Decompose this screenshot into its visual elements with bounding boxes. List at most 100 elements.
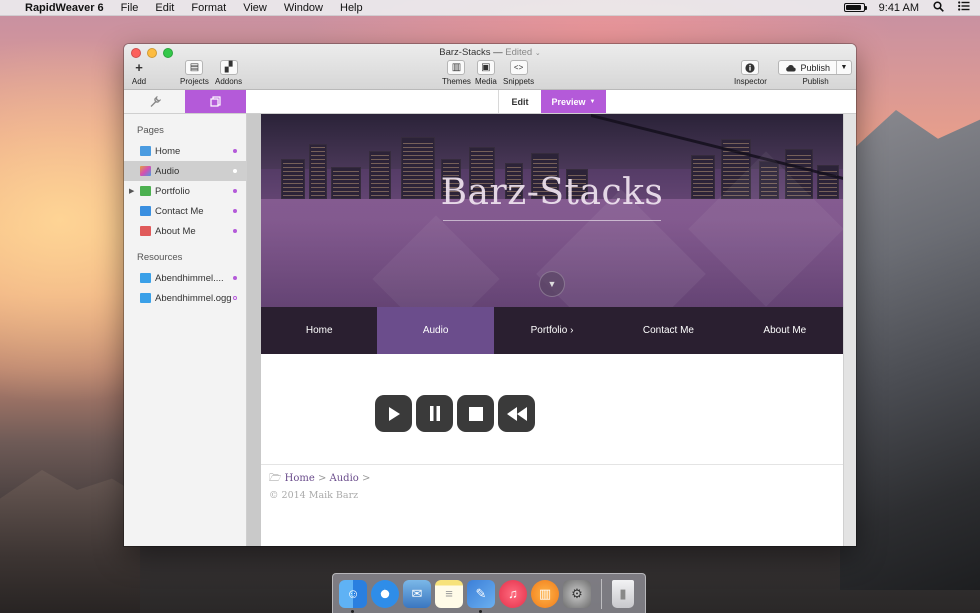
nav-audio[interactable]: Audio bbox=[377, 307, 494, 354]
tools-tab[interactable] bbox=[124, 90, 185, 113]
resource-item-1[interactable]: Abendhimmel.... bbox=[124, 268, 246, 288]
preview-chevron-icon: ▼ bbox=[589, 98, 596, 105]
pause-button[interactable] bbox=[416, 395, 453, 432]
mail-icon[interactable]: ✉ bbox=[403, 579, 431, 608]
stop-button[interactable] bbox=[457, 395, 494, 432]
title-separator: — bbox=[490, 47, 506, 58]
code-brackets-icon: <> bbox=[509, 60, 528, 75]
trash-icon[interactable]: ▮ bbox=[612, 579, 634, 608]
page-home-icon bbox=[140, 146, 151, 156]
themes-button[interactable]: ▥ Themes bbox=[442, 60, 471, 86]
breadcrumb-audio[interactable]: Audio bbox=[330, 473, 359, 484]
title-divider bbox=[443, 220, 661, 221]
play-icon bbox=[388, 406, 400, 421]
themes-icon: ▥ bbox=[447, 60, 466, 75]
projects-button[interactable]: ▤ Projects bbox=[180, 60, 209, 86]
clock[interactable]: 9:41 AM bbox=[879, 2, 919, 14]
breadcrumb-separator: > bbox=[317, 473, 327, 484]
add-button[interactable]: + Add bbox=[130, 60, 148, 86]
puzzle-icon: ▞ bbox=[219, 60, 238, 75]
notes-icon[interactable]: ≡ bbox=[435, 579, 463, 608]
snippets-label: Snippets bbox=[503, 77, 535, 86]
pages-tab[interactable] bbox=[185, 90, 246, 113]
unpublished-dot bbox=[233, 189, 237, 193]
page-item-about[interactable]: About Me bbox=[124, 221, 246, 241]
publish-control: Publish ▼ Publish bbox=[778, 60, 852, 86]
preview-scrollbar[interactable] bbox=[843, 114, 856, 546]
unpublished-dot bbox=[233, 169, 237, 173]
dock: ☺ ✦ ✉ ≡ ✎ ♫ ▥ ⚙ ▮ bbox=[332, 573, 646, 613]
resource-item-2[interactable]: Abendhimmel.ogg bbox=[124, 288, 246, 308]
menu-edit[interactable]: Edit bbox=[155, 2, 174, 14]
app-menu[interactable]: RapidWeaver 6 bbox=[25, 2, 104, 14]
menu-file[interactable]: File bbox=[121, 2, 139, 14]
notification-center-icon[interactable] bbox=[958, 1, 970, 14]
addons-button[interactable]: ▞ Addons bbox=[215, 60, 242, 86]
document-state: Edited bbox=[505, 47, 533, 58]
stop-icon bbox=[468, 406, 483, 421]
publish-button-label: Publish bbox=[800, 62, 830, 73]
play-button[interactable] bbox=[375, 395, 412, 432]
edit-tab[interactable]: Edit bbox=[498, 90, 541, 113]
resource-label: Abendhimmel.... bbox=[155, 272, 224, 284]
projects-icon: ▤ bbox=[185, 60, 204, 75]
audio-player bbox=[375, 395, 535, 432]
audio-file-icon bbox=[140, 293, 151, 303]
page-label: Audio bbox=[155, 165, 180, 177]
breadcrumb-separator: > bbox=[362, 473, 371, 484]
menu-help[interactable]: Help bbox=[340, 2, 363, 14]
dock-separator bbox=[601, 578, 602, 609]
spotlight-search-icon[interactable] bbox=[933, 0, 944, 15]
cloud-upload-icon bbox=[786, 64, 797, 72]
breadcrumb-home[interactable]: Home bbox=[285, 473, 315, 484]
website-preview: Barz-Stacks ▼ Home Audio Portfolio › Con… bbox=[261, 114, 843, 546]
page-item-audio[interactable]: Audio bbox=[124, 161, 246, 181]
page-item-home[interactable]: Home bbox=[124, 141, 246, 161]
page-item-contact[interactable]: Contact Me bbox=[124, 201, 246, 221]
footer-divider bbox=[261, 464, 843, 465]
battery-icon[interactable] bbox=[843, 3, 867, 12]
page-label: Contact Me bbox=[155, 205, 204, 217]
menu-window[interactable]: Window bbox=[284, 2, 323, 14]
breadcrumb: 🗁 Home > Audio > bbox=[269, 471, 370, 488]
publish-options-chevron-icon[interactable]: ▼ bbox=[837, 61, 851, 74]
page-about-icon bbox=[140, 226, 151, 236]
ibooks-icon[interactable]: ▥ bbox=[531, 579, 559, 608]
inspector-button[interactable]: Inspector bbox=[734, 60, 767, 86]
system-preferences-icon[interactable]: ⚙ bbox=[563, 579, 591, 608]
menu-view[interactable]: View bbox=[243, 2, 267, 14]
wallpaper-mountain-left bbox=[0, 470, 140, 613]
site-navigation: Home Audio Portfolio › Contact Me About … bbox=[261, 307, 843, 354]
nav-about[interactable]: About Me bbox=[727, 307, 843, 354]
unpublished-dot bbox=[233, 296, 237, 300]
projects-label: Projects bbox=[180, 77, 209, 86]
document-name: Barz-Stacks bbox=[439, 47, 491, 58]
window-title[interactable]: Barz-Stacks — Edited ⌄ bbox=[124, 47, 856, 58]
pages-header: Pages bbox=[137, 125, 164, 136]
info-icon bbox=[741, 60, 760, 75]
page-label: About Me bbox=[155, 225, 196, 237]
nav-portfolio[interactable]: Portfolio › bbox=[494, 307, 610, 354]
nav-home[interactable]: Home bbox=[261, 307, 377, 354]
media-button[interactable]: ▣ Media bbox=[475, 60, 497, 86]
pause-icon bbox=[429, 406, 440, 421]
finder-icon[interactable]: ☺ bbox=[339, 579, 367, 613]
media-icon: ▣ bbox=[476, 60, 495, 75]
menu-format[interactable]: Format bbox=[191, 2, 226, 14]
preview-tab[interactable]: Preview ▼ bbox=[541, 90, 606, 113]
page-item-portfolio[interactable]: ▶ Portfolio bbox=[124, 181, 246, 201]
publish-button[interactable]: Publish bbox=[779, 61, 837, 74]
preview-tab-label: Preview bbox=[551, 96, 586, 107]
rewind-button[interactable] bbox=[498, 395, 535, 432]
disclosure-triangle-icon[interactable]: ▶ bbox=[129, 187, 134, 195]
itunes-icon[interactable]: ♫ bbox=[499, 579, 527, 608]
nav-contact[interactable]: Contact Me bbox=[610, 307, 726, 354]
snippets-button[interactable]: <> Snippets bbox=[503, 60, 534, 86]
scroll-down-chevron-icon[interactable]: ▼ bbox=[539, 271, 565, 297]
rapidweaver-icon[interactable]: ✎ bbox=[467, 579, 495, 613]
wrench-icon bbox=[150, 95, 161, 107]
safari-icon[interactable]: ✦ bbox=[371, 579, 399, 608]
title-bar: Barz-Stacks — Edited ⌄ + Add ▤ Projects … bbox=[124, 44, 856, 90]
unpublished-dot bbox=[233, 149, 237, 153]
title-chevron-icon[interactable]: ⌄ bbox=[535, 50, 541, 57]
